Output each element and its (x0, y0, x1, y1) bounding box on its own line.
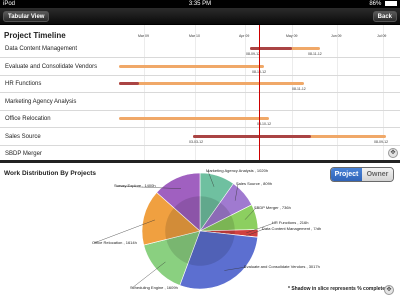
chart-expand-icon[interactable]: ✥ (384, 285, 394, 295)
pie-slice-label: Survey Explore , 1400h (114, 183, 156, 188)
status-bar: iPod 3:35 PM 86% (0, 0, 400, 8)
timeline-axis-tick: Jun 09 (331, 34, 342, 38)
task-date: 08-11-12 (308, 52, 322, 56)
timeline-row[interactable]: Evaluate and Consolidate Vendors08-10-12 (0, 59, 400, 76)
timeline-axis-tick: Jul 09 (377, 34, 387, 38)
task-progress (250, 47, 292, 50)
battery-icon (385, 0, 397, 6)
task-label: SBDP Merger (5, 151, 42, 157)
task-bar[interactable] (193, 134, 386, 138)
clock: 3:35 PM (188, 1, 212, 7)
task-label: HR Functions (5, 81, 42, 87)
task-date: 08-11-12 (292, 87, 306, 91)
task-bar[interactable] (250, 47, 320, 50)
pie-slice-label: SBDP Merger , 736h (254, 205, 291, 210)
today-marker (259, 25, 260, 160)
timeline-axis-tick: Mar 10 (189, 34, 200, 38)
project-timeline: Project Timeline Mar 09 Mar 10 Apr 09 May 0… (0, 25, 400, 160)
battery-status: 86% (369, 0, 397, 8)
work-distribution-panel: Work Distribution By Projects Project Ow… (0, 163, 400, 300)
timeline-title: Project Timeline (4, 31, 66, 40)
pie-slice-label: Data Content Management , 7/dh (262, 226, 322, 231)
battery-percent: 86% (369, 1, 382, 7)
distribution-pie-chart (93, 170, 275, 290)
task-progress (193, 134, 311, 138)
pie-slice-label: Office Relocation , 1614h (92, 240, 137, 245)
pie-footnote: * Shadow in slice represents % complete (288, 286, 385, 292)
navigation-bar: Tabular View Back (0, 8, 400, 25)
timeline-row[interactable]: SBDP Merger (0, 146, 400, 160)
timeline-row[interactable]: HR Functions 08-11-12 (0, 76, 400, 93)
timeline-axis-tick: May 09 (286, 34, 298, 38)
task-label: Sales Source (5, 133, 41, 140)
timeline-expand-icon[interactable]: ✥ (388, 148, 398, 158)
timeline-axis-tick: Apr 09 (239, 34, 250, 38)
pie-slice-label: Sales Source , 809h (236, 181, 273, 186)
task-date: 08-09-12 (246, 52, 261, 56)
task-label: Marketing Agency Analysis (5, 98, 77, 105)
timeline-row[interactable]: Office Relocation 08-10-12 (0, 111, 400, 128)
timeline-row[interactable]: Sales Source 03-03-12 08-09-12 (0, 129, 400, 146)
pie-slice-label: Marketing Agency Analysis , 1020h (206, 168, 269, 173)
task-label: Evaluate and Consolidate Vendors (5, 63, 98, 70)
task-progress (119, 82, 139, 85)
tabular-view-button[interactable]: Tabular View (3, 11, 50, 22)
task-date: 03-03-12 (189, 139, 204, 144)
pie-slice-label: HR Functions , 216h (272, 220, 309, 225)
timeline-row[interactable]: Marketing Agency Analysis (0, 94, 400, 111)
timeline-row[interactable]: Data Content Management 08-09-12 08-11-12 (0, 41, 400, 58)
timeline-axis-tick: Mar 09 (138, 34, 149, 38)
task-date: 08-09-12 (374, 139, 389, 144)
pie-slice-label: Scheduling Engine , 1609h (130, 285, 178, 290)
task-bar[interactable] (119, 117, 269, 120)
back-button[interactable]: Back (372, 11, 397, 22)
pie-slice-label: Evaluate and Consolidate Vendors , 3017h (244, 264, 320, 269)
task-label: Data Content Management (5, 46, 78, 52)
task-bar[interactable] (119, 82, 304, 85)
task-bar[interactable] (119, 64, 264, 68)
task-label: Office Relocation (5, 116, 51, 122)
